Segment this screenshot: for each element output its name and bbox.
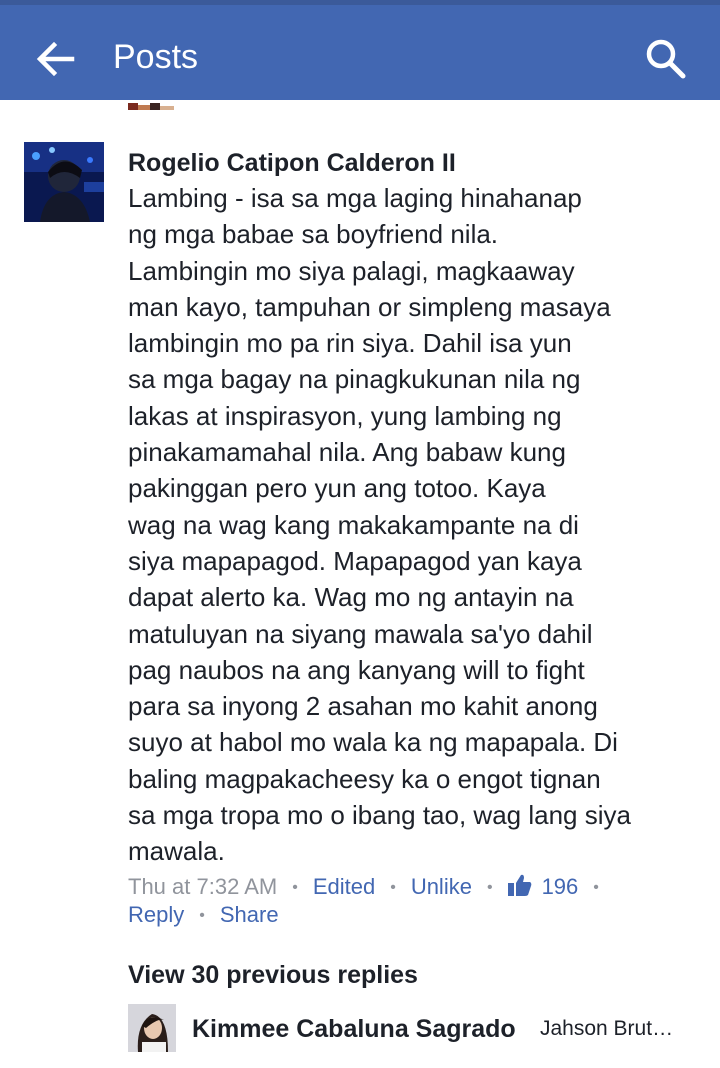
comment-body-line: pakinggan pero yun ang totoo. Kaya	[128, 473, 546, 504]
comment-body-line: pinakamamahal nila. Ang babaw kung	[128, 437, 566, 468]
comment-body-line: baling magpakacheesy ka o engot tignan	[128, 763, 601, 794]
search-button[interactable]	[640, 33, 692, 85]
comment-body-line: ng mga babae sa boyfriend nila.	[128, 219, 499, 250]
comment-body: Lambing - isa sa mga laging hinahanap ng …	[128, 180, 708, 870]
comment-body-line: sa mga bagay na pinagkukunan nila ng	[128, 364, 581, 395]
previous-comment-avatar	[128, 100, 176, 110]
reply-author-name[interactable]: Kimmee Cabaluna Sagrado	[192, 1012, 516, 1046]
like-count-button[interactable]: 196	[507, 874, 579, 899]
like-count: 196	[541, 874, 579, 899]
comment-body-line: wag na wag kang makakampante na di	[128, 509, 579, 540]
comment-body-line: dapat alerto ka. Wag mo ng antayin na	[128, 582, 574, 613]
comment-body-line: matuluyan na siyang mawala sa'yo dahil	[128, 618, 593, 649]
search-icon	[646, 39, 686, 79]
comment-body-line: suyo at habol mo wala ka ng mapapala. Di	[128, 727, 618, 758]
separator-dot: •	[593, 879, 599, 896]
comment-timestamp[interactable]: Thu at 7:32 AM	[128, 874, 277, 899]
comment-actions-row: Reply • Share	[128, 900, 279, 933]
edited-link[interactable]: Edited	[313, 874, 375, 899]
comment-body-line: mawala.	[128, 836, 225, 867]
separator-dot: •	[199, 907, 205, 924]
comment-author-name[interactable]: Rogelio Catipon Calderon II	[128, 146, 456, 180]
separator-dot: •	[486, 879, 493, 896]
thumbs-up-icon	[507, 874, 531, 896]
comment-body-line: man kayo, tampuhan or simpleng masaya	[128, 291, 611, 322]
arrow-left-icon	[36, 41, 75, 77]
comment-body-line: para sa inyong 2 asahan mo kahit anong	[128, 691, 598, 722]
comment-body-line: Lambingin mo siya palagi, magkaaway	[128, 255, 575, 286]
top-app-bar: Posts	[0, 0, 720, 100]
share-button[interactable]: Share	[220, 902, 279, 927]
comment-body-line: sa mga tropa mo o ibang tao, wag lang si…	[128, 800, 631, 831]
comment-body-line: lakas at inspirasyon, yung lambing ng	[128, 400, 562, 431]
reply-button[interactable]: Reply	[128, 902, 184, 927]
view-previous-replies-button[interactable]: View 30 previous replies	[128, 958, 418, 992]
reply-avatar[interactable]	[128, 1004, 176, 1052]
comment-body-line: pag naubos na ang kanyang will to fight	[128, 654, 585, 685]
comment-body-line: lambingin mo pa rin siya. Dahil isa yun	[128, 328, 572, 359]
avatar[interactable]	[24, 142, 104, 222]
comment-body-line: siya mapapagod. Mapapagod yan kaya	[128, 545, 582, 576]
reply-snippet: Jahson Brut…	[540, 1017, 674, 1040]
separator-dot: •	[292, 879, 298, 896]
unlike-button[interactable]: Unlike	[411, 874, 472, 899]
comment-body-line: Lambing - isa sa mga laging hinahanap	[128, 183, 582, 213]
separator-dot: •	[390, 879, 396, 896]
back-button[interactable]	[32, 35, 80, 83]
page-title: Posts	[113, 38, 199, 76]
